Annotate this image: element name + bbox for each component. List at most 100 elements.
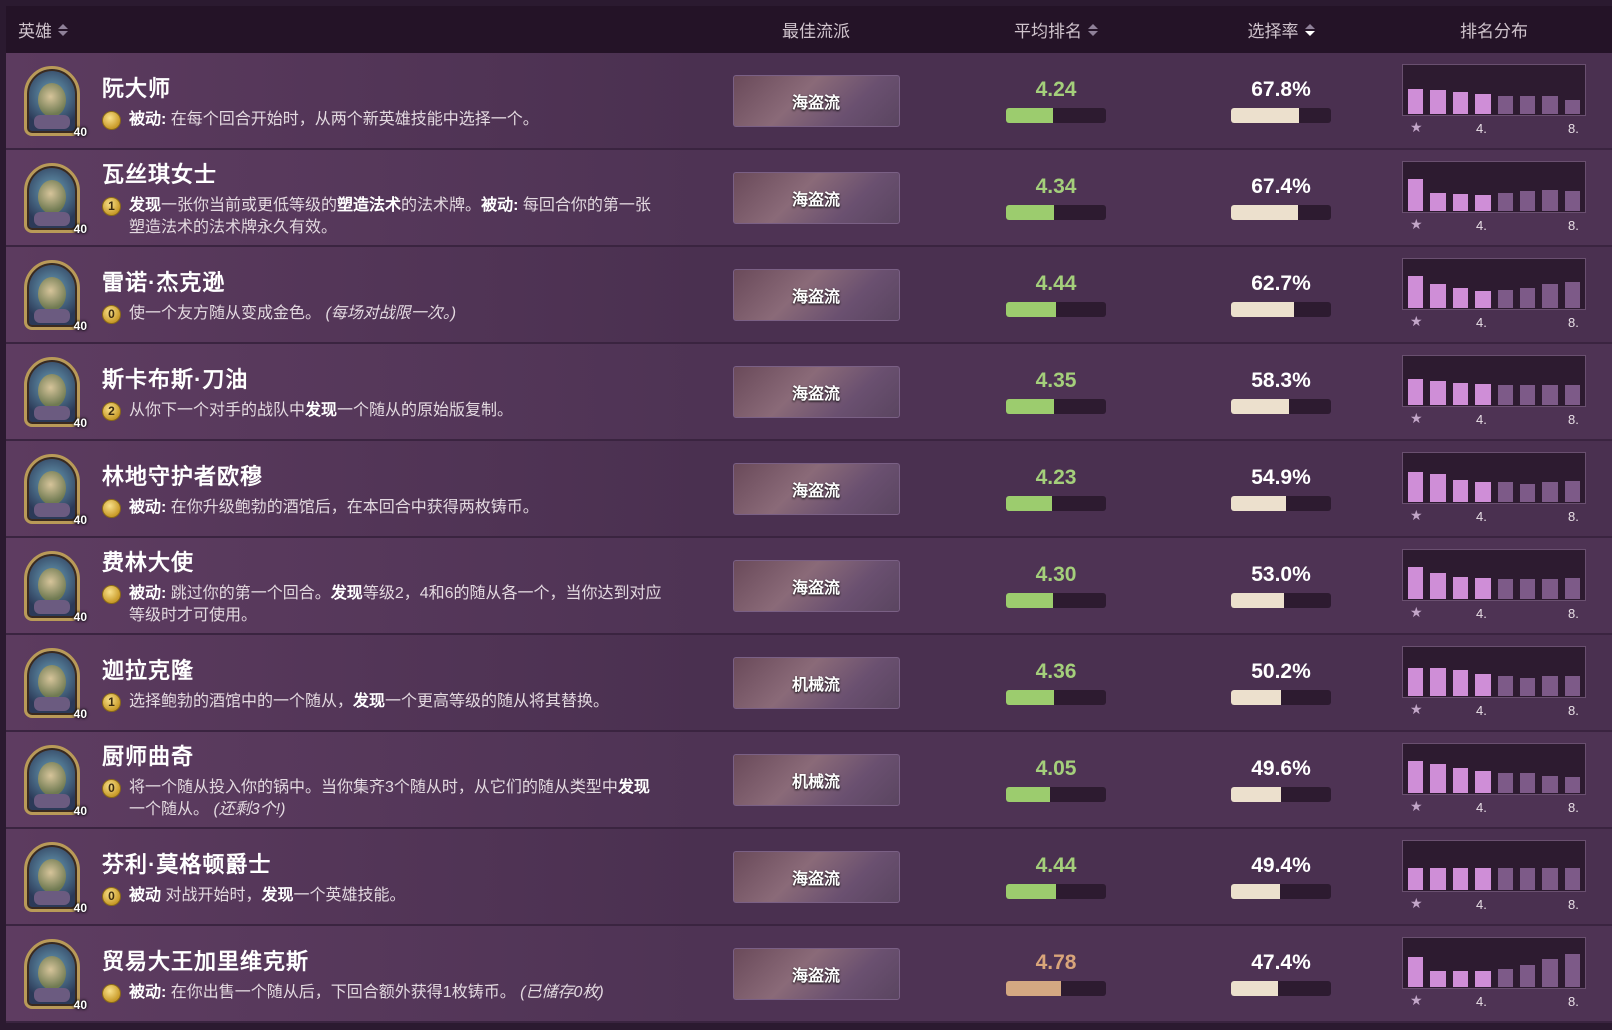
rank-distribution-chart[interactable]: ★ 4. 8. xyxy=(1402,548,1586,623)
hero-portrait[interactable]: 40 xyxy=(24,356,87,430)
pick-rate-cell: 67.8% xyxy=(1186,78,1376,123)
table-row[interactable]: 40 斯卡布斯·刀油 2 从你下一个对手的战队中发现一个随从的原始版复制。 海盗… xyxy=(6,344,1612,441)
rank-distribution-chart[interactable]: ★ 4. 8. xyxy=(1402,451,1586,526)
rank-distribution-chart[interactable]: ★ 4. 8. xyxy=(1402,160,1586,235)
rank-bar-2 xyxy=(1430,867,1446,890)
hero-portrait[interactable]: 40 xyxy=(24,162,87,236)
avg-rank-bar xyxy=(1006,884,1106,899)
comp-badge[interactable]: 海盗流 xyxy=(732,947,900,1000)
hero-cell[interactable]: 40 斯卡布斯·刀油 2 从你下一个对手的战队中发现一个随从的原始版复制。 xyxy=(6,356,706,430)
table-header: 英雄 最佳流派 平均排名 选择率 排名分布 xyxy=(6,6,1612,53)
hero-cell[interactable]: 40 阮大师 被动: 在每个回合开始时，从两个新英雄技能中选择一个。 xyxy=(6,65,706,139)
table-row[interactable]: 40 雷诺·杰克逊 0 使一个友方随从变成金色。 (每场对战限一次。) 海盗流 … xyxy=(6,247,1612,344)
hero-name[interactable]: 厨师曲奇 xyxy=(102,739,662,771)
comp-badge[interactable]: 机械流 xyxy=(732,656,900,709)
hero-armor-value: 40 xyxy=(73,221,87,236)
comp-badge[interactable]: 海盗流 xyxy=(732,171,900,224)
avg-rank-cell: 4.24 xyxy=(926,78,1186,123)
hero-cell[interactable]: 40 贸易大王加里维克斯 被动: 在你出售一个随从后，下回合额外获得1枚铸币。 … xyxy=(6,938,706,1012)
hero-portrait[interactable]: 40 xyxy=(24,259,87,333)
hero-cell[interactable]: 40 费林大使 被动: 跳过你的第一个回合。发现等级2，4和6的随从各一个，当你… xyxy=(6,545,706,627)
rank-bar-4 xyxy=(1475,194,1491,211)
hero-name[interactable]: 林地守护者欧穆 xyxy=(102,459,539,491)
hero-power-text: 选择鲍勃的酒馆中的一个随从，发现一个更高等级的随从将其替换。 xyxy=(129,692,610,710)
table-row[interactable]: 40 迦拉克隆 1 选择鲍勃的酒馆中的一个随从，发现一个更高等级的随从将其替换。… xyxy=(6,635,1612,732)
rank-distribution-chart[interactable]: ★ 4. 8. xyxy=(1402,742,1586,817)
hero-power-text: 从你下一个对手的战队中发现一个随从的原始版复制。 xyxy=(129,401,514,419)
hero-power: 1 发现一张你当前或更低等级的塑造法术的法术牌。被动: 每回合你的第一张塑造法术… xyxy=(102,195,662,239)
table-row[interactable]: 40 芬利·莫格顿爵士 0 被动 对战开始时，发现一个英雄技能。 海盗流 4.4… xyxy=(6,829,1612,926)
coin-cost-icon: 0 xyxy=(102,778,121,798)
table-row[interactable]: 40 林地守护者欧穆 被动: 在你升级鲍勃的酒馆后，在本回合中获得两枚铸币。 海… xyxy=(6,441,1612,538)
rank-distribution-chart[interactable]: ★ 4. 8. xyxy=(1402,839,1586,914)
comp-badge[interactable]: 海盗流 xyxy=(732,462,900,515)
hero-cell[interactable]: 40 芬利·莫格顿爵士 0 被动 对战开始时，发现一个英雄技能。 xyxy=(6,841,706,915)
pick-rate-bar xyxy=(1231,593,1331,608)
hero-name[interactable]: 芬利·莫格顿爵士 xyxy=(102,847,406,879)
hero-portrait[interactable]: 40 xyxy=(24,744,87,818)
hero-armor xyxy=(34,211,70,226)
avg-rank-bar xyxy=(1006,108,1106,123)
header-pick-rate[interactable]: 选择率 xyxy=(1186,17,1376,42)
hero-name[interactable]: 瓦丝琪女士 xyxy=(102,157,662,189)
comp-badge[interactable]: 海盗流 xyxy=(732,268,900,321)
first-place-star-icon: ★ xyxy=(1410,797,1423,814)
table-row[interactable]: 40 贸易大王加里维克斯 被动: 在你出售一个随从后，下回合额外获得1枚铸币。 … xyxy=(6,926,1612,1023)
hero-cell[interactable]: 40 林地守护者欧穆 被动: 在你升级鲍勃的酒馆后，在本回合中获得两枚铸币。 xyxy=(6,453,706,527)
pick-rate-value: 50.2% xyxy=(1251,660,1311,683)
hero-portrait[interactable]: 40 xyxy=(24,841,87,915)
hero-portrait[interactable]: 40 xyxy=(24,647,87,721)
comp-badge[interactable]: 机械流 xyxy=(732,753,900,806)
header-hero[interactable]: 英雄 xyxy=(6,17,706,42)
sort-desc-icon[interactable] xyxy=(1304,23,1315,36)
chart-bars xyxy=(1408,462,1580,502)
rank-bar-7 xyxy=(1542,189,1558,211)
sort-icon[interactable] xyxy=(1088,23,1098,36)
avg-rank-fill xyxy=(1006,399,1054,414)
pick-rate-fill xyxy=(1231,884,1280,899)
rank-distribution-chart[interactable]: ★ 4. 8. xyxy=(1402,63,1586,138)
hero-power: 被动: 在你出售一个随从后，下回合额外获得1枚铸币。 (已储存0枚) xyxy=(102,982,604,1004)
rank-distribution-chart[interactable]: ★ 4. 8. xyxy=(1402,257,1586,332)
coin-cost-icon: 0 xyxy=(102,886,121,906)
hero-name[interactable]: 阮大师 xyxy=(102,71,539,103)
hero-portrait[interactable]: 40 xyxy=(24,938,87,1012)
best-comp-cell: 海盗流 xyxy=(706,947,926,1000)
avg-rank-value: 4.24 xyxy=(1035,78,1077,101)
rank-bar-1 xyxy=(1408,88,1424,114)
table-row[interactable]: 40 瓦丝琪女士 1 发现一张你当前或更低等级的塑造法术的法术牌。被动: 每回合… xyxy=(6,150,1612,247)
hero-name[interactable]: 斯卡布斯·刀油 xyxy=(102,362,513,394)
hero-portrait[interactable]: 40 xyxy=(24,65,87,139)
hero-cell[interactable]: 40 迦拉克隆 1 选择鲍勃的酒馆中的一个随从，发现一个更高等级的随从将其替换。 xyxy=(6,647,706,721)
rank-distribution-chart[interactable]: ★ 4. 8. xyxy=(1402,936,1586,1011)
hero-cell[interactable]: 40 厨师曲奇 0 将一个随从投入你的锅中。当你集齐3个随从时，从它们的随从类型… xyxy=(6,739,706,821)
hero-name[interactable]: 迦拉克隆 xyxy=(102,653,609,685)
rank-bar-4 xyxy=(1475,770,1491,793)
hero-portrait[interactable]: 40 xyxy=(24,453,87,527)
header-avg-rank[interactable]: 平均排名 xyxy=(926,17,1186,42)
distribution-cell: ★ 4. 8. xyxy=(1376,354,1612,429)
hero-cell[interactable]: 40 瓦丝琪女士 1 发现一张你当前或更低等级的塑造法术的法术牌。被动: 每回合… xyxy=(6,157,706,239)
hero-power: 被动: 跳过你的第一个回合。发现等级2，4和6的随从各一个，当你达到对应等级时才… xyxy=(102,583,662,627)
rank-bar-4 xyxy=(1475,383,1491,405)
hero-info: 斯卡布斯·刀油 2 从你下一个对手的战队中发现一个随从的原始版复制。 xyxy=(102,362,513,422)
table-row[interactable]: 40 费林大使 被动: 跳过你的第一个回合。发现等级2，4和6的随从各一个，当你… xyxy=(6,538,1612,635)
hero-cell[interactable]: 40 雷诺·杰克逊 0 使一个友方随从变成金色。 (每场对战限一次。) xyxy=(6,259,706,333)
best-comp-cell: 海盗流 xyxy=(706,171,926,224)
rank-distribution-chart[interactable]: ★ 4. 8. xyxy=(1402,354,1586,429)
hero-name[interactable]: 雷诺·杰克逊 xyxy=(102,265,456,297)
sort-icon[interactable] xyxy=(58,23,68,36)
first-place-star-icon: ★ xyxy=(1410,991,1423,1008)
table-row[interactable]: 40 厨师曲奇 0 将一个随从投入你的锅中。当你集齐3个随从时，从它们的随从类型… xyxy=(6,732,1612,829)
table-row[interactable]: 40 阮大师 被动: 在每个回合开始时，从两个新英雄技能中选择一个。 海盗流 4… xyxy=(6,53,1612,150)
hero-name[interactable]: 贸易大王加里维克斯 xyxy=(102,944,604,976)
comp-badge[interactable]: 海盗流 xyxy=(732,850,900,903)
hero-name[interactable]: 费林大使 xyxy=(102,545,662,577)
rank-distribution-chart[interactable]: ★ 4. 8. xyxy=(1402,645,1586,720)
comp-badge[interactable]: 海盗流 xyxy=(732,74,900,127)
comp-badge[interactable]: 海盗流 xyxy=(732,365,900,418)
rank-bar-4 xyxy=(1475,673,1491,696)
hero-portrait[interactable]: 40 xyxy=(24,550,87,624)
comp-badge[interactable]: 海盗流 xyxy=(732,559,900,612)
hero-info: 厨师曲奇 0 将一个随从投入你的锅中。当你集齐3个随从时，从它们的随从类型中发现… xyxy=(102,739,662,821)
